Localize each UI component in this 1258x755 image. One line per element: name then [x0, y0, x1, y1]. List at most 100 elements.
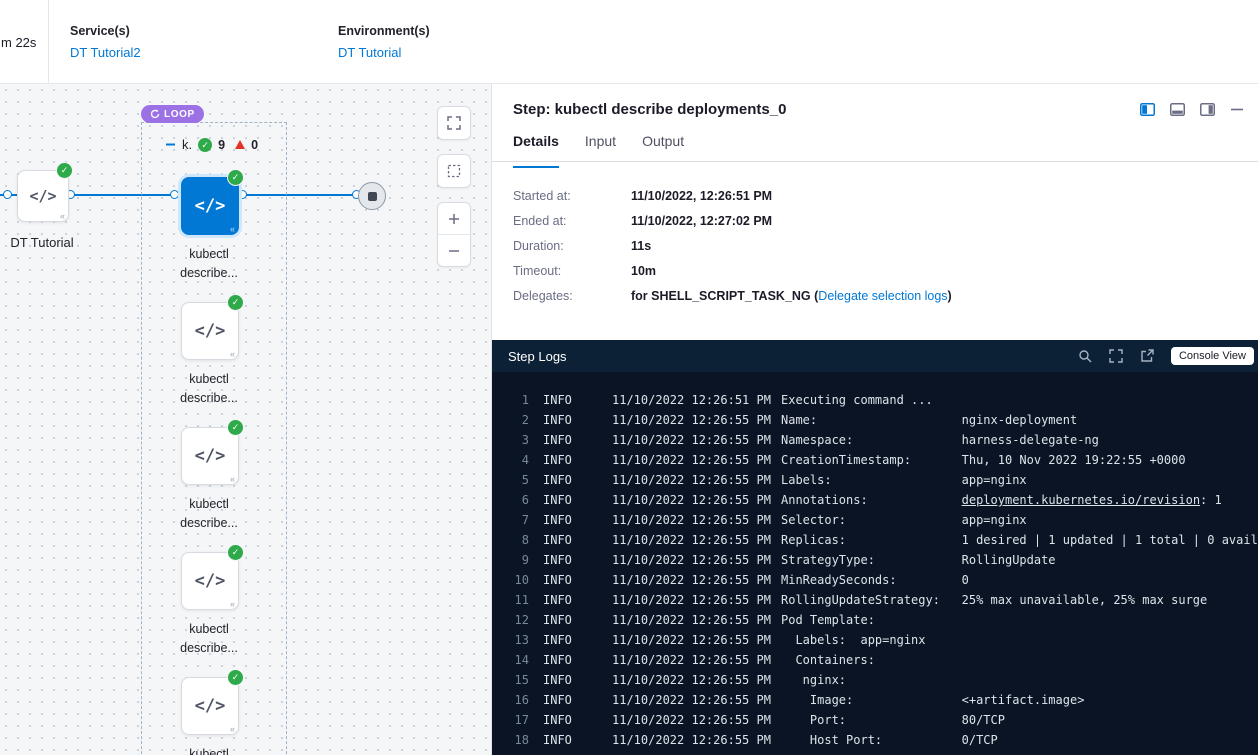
log-level: INFO: [543, 410, 612, 430]
collapse-panel-icon[interactable]: [1230, 107, 1244, 112]
pipeline-canvas: LOOP k. ✓ 9 0 </> « ✓ DT Tutorial </>«✓k…: [0, 84, 491, 755]
services-link[interactable]: DT Tutorial2: [70, 45, 141, 60]
log-level: INFO: [543, 390, 612, 410]
log-text: Host Port: 0/TCP: [781, 730, 998, 750]
log-level: INFO: [543, 670, 612, 690]
code-icon: </>: [195, 571, 226, 591]
log-link[interactable]: deployment.kubernetes.io/revision: [962, 493, 1200, 507]
log-level: INFO: [543, 610, 612, 630]
elapsed-duration: m 22s: [1, 35, 36, 50]
log-level: INFO: [543, 690, 612, 710]
step-logs-section: Step Logs Console View: [492, 340, 1258, 755]
log-text: Containers:: [781, 650, 875, 670]
log-line-number: 9: [498, 550, 529, 570]
open-in-new-icon[interactable]: [1140, 349, 1154, 363]
page-title: Step: kubectl describe deployments_0: [513, 101, 786, 118]
log-timestamp: 11/10/2022 12:26:51 PM: [612, 390, 781, 410]
step-logs-title: Step Logs: [508, 349, 567, 364]
services-block: Service(s) DT Tutorial2: [70, 24, 141, 60]
log-line: 14INFO11/10/2022 12:26:55 PM Containers:: [492, 650, 1258, 670]
log-timestamp: 11/10/2022 12:26:55 PM: [612, 650, 781, 670]
dock-bottom-icon[interactable]: [1170, 103, 1185, 116]
log-level: INFO: [543, 630, 612, 650]
log-line: 18INFO11/10/2022 12:26:55 PM Host Port: …: [492, 730, 1258, 750]
log-level: INFO: [543, 710, 612, 730]
log-level: INFO: [543, 430, 612, 450]
log-line: 15INFO11/10/2022 12:26:55 PM nginx:: [492, 670, 1258, 690]
step-node[interactable]: </>«: [181, 427, 239, 485]
log-line: 10INFO11/10/2022 12:26:55 PMMinReadySeco…: [492, 570, 1258, 590]
log-line-number: 12: [498, 610, 529, 630]
log-timestamp: 11/10/2022 12:26:55 PM: [612, 630, 781, 650]
step-label: kubectldescribe...: [139, 495, 279, 533]
fullscreen-button[interactable]: [437, 106, 471, 140]
log-line: 2INFO11/10/2022 12:26:55 PMName: nginx-d…: [492, 410, 1258, 430]
log-text: RollingUpdateStrategy: 25% max unavailab…: [781, 590, 1207, 610]
log-level: INFO: [543, 730, 612, 750]
search-icon[interactable]: [1078, 349, 1092, 363]
step-node[interactable]: </>«: [181, 302, 239, 360]
minus-icon: [448, 245, 460, 257]
code-icon: </>: [195, 196, 226, 216]
log-timestamp: 11/10/2022 12:26:55 PM: [612, 430, 781, 450]
detail-row: Duration:11s: [513, 239, 1258, 253]
log-line-number: 7: [498, 510, 529, 530]
success-check-icon: ✓: [227, 294, 244, 311]
step-node[interactable]: </>«: [181, 177, 239, 235]
log-line-number: 17: [498, 710, 529, 730]
marquee-select-button[interactable]: [437, 154, 471, 188]
log-timestamp: 11/10/2022 12:26:55 PM: [612, 590, 781, 610]
log-level: INFO: [543, 450, 612, 470]
log-timestamp: 11/10/2022 12:26:55 PM: [612, 450, 781, 470]
services-label: Service(s): [70, 24, 141, 38]
tab-output[interactable]: Output: [642, 133, 684, 161]
detail-label: Started at:: [513, 189, 631, 203]
loop-icon: [150, 109, 160, 119]
step-node[interactable]: </>«: [181, 677, 239, 735]
log-line-number: 3: [498, 430, 529, 450]
zoom-out-button[interactable]: [438, 234, 470, 266]
log-line-number: 5: [498, 470, 529, 490]
log-text: Pod Template:: [781, 610, 875, 630]
zoom-controls: [437, 202, 471, 267]
plus-icon: [448, 213, 460, 225]
tab-details[interactable]: Details: [513, 133, 559, 161]
details-list: Started at:11/10/2022, 12:26:51 PMEnded …: [492, 162, 1258, 303]
stop-icon: [368, 192, 377, 201]
tab-input[interactable]: Input: [585, 133, 616, 161]
log-text: nginx:: [781, 670, 846, 690]
log-text: StrategyType: RollingUpdate: [781, 550, 1056, 570]
environments-link[interactable]: DT Tutorial: [338, 45, 430, 60]
step-label: kubectldescribe...: [139, 620, 279, 658]
log-level: INFO: [543, 590, 612, 610]
console-view-button[interactable]: Console View: [1171, 347, 1254, 365]
expand-logs-icon[interactable]: [1109, 349, 1123, 363]
log-line-number: 11: [498, 590, 529, 610]
log-text: Image: <+artifact.image>: [781, 690, 1084, 710]
environments-block: Environment(s) DT Tutorial: [338, 24, 430, 60]
step-logs-header: Step Logs Console View: [492, 340, 1258, 372]
log-timestamp: 11/10/2022 12:26:55 PM: [612, 730, 781, 750]
marquee-select-icon: [447, 164, 461, 178]
log-line: 16INFO11/10/2022 12:26:55 PM Image: <+ar…: [492, 690, 1258, 710]
loop-badge: LOOP: [141, 105, 204, 123]
step-node-wrap: </>«✓kubectldescribe...: [181, 177, 237, 283]
end-node[interactable]: [358, 182, 386, 210]
log-line: 4INFO11/10/2022 12:26:55 PMCreationTimes…: [492, 450, 1258, 470]
detail-row: Delegates:for SHELL_SCRIPT_TASK_NG (Dele…: [513, 289, 1258, 303]
log-level: INFO: [543, 550, 612, 570]
panel-header: Step: kubectl describe deployments_0: [492, 84, 1258, 118]
log-text: Replicas: 1 desired | 1 updated | 1 tota…: [781, 530, 1258, 550]
log-line-number: 4: [498, 450, 529, 470]
log-timestamp: 11/10/2022 12:26:55 PM: [612, 690, 781, 710]
zoom-in-button[interactable]: [438, 203, 470, 234]
log-line-number: 8: [498, 530, 529, 550]
log-line: 1INFO11/10/2022 12:26:51 PMExecuting com…: [492, 390, 1258, 410]
step-node[interactable]: </>«: [181, 552, 239, 610]
delegate-selection-logs-link[interactable]: Delegate selection logs: [818, 289, 947, 303]
detail-label: Duration:: [513, 239, 631, 253]
log-level: INFO: [543, 510, 612, 530]
log-text: Port: 80/TCP: [781, 710, 1005, 730]
dock-right-icon[interactable]: [1200, 103, 1215, 116]
split-view-icon[interactable]: [1140, 103, 1155, 116]
